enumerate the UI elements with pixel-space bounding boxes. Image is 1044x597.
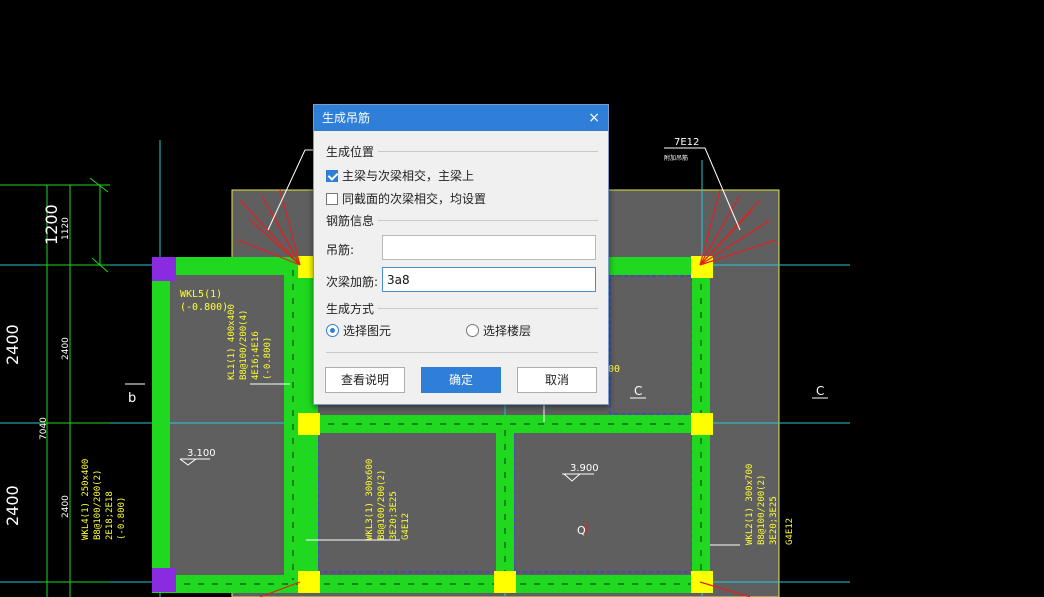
option-main-beam-label: 主梁与次梁相交，主梁上	[342, 169, 475, 183]
slab-bottom-right	[513, 431, 693, 573]
option-main-beam[interactable]: 主梁与次梁相交，主梁上	[326, 167, 474, 184]
radio-select-floor-label: 选择楼层	[483, 324, 532, 338]
svg-text:WKL4(1) 250x400: WKL4(1) 250x400	[81, 459, 91, 540]
section-rebar-label: 钢筋信息	[326, 214, 375, 228]
section-position: 生成位置	[326, 143, 598, 160]
secondary-beam-input[interactable]	[382, 267, 596, 292]
generate-hanger-dialog[interactable]: 生成吊筋 × 生成位置 主梁与次梁相交，主梁上 同截面的次梁相交，均设置 钢筋信…	[313, 104, 609, 405]
svg-text:3E20;3E25: 3E20;3E25	[769, 496, 779, 545]
svg-text:3.100: 3.100	[187, 448, 216, 459]
svg-text:B8@100/200(2): B8@100/200(2)	[377, 470, 387, 540]
cancel-button[interactable]: 取消	[517, 367, 597, 393]
divider	[378, 220, 598, 221]
svg-text:G4E12: G4E12	[785, 518, 795, 545]
slab-top-right	[609, 275, 693, 415]
dim-2400-top: 2400	[3, 324, 22, 365]
svg-text:WKL3(1) 300x600: WKL3(1) 300x600	[365, 459, 375, 540]
option-same-section[interactable]: 同截面的次梁相交，均设置	[326, 190, 486, 207]
svg-text:4E16;4E16: 4E16;4E16	[251, 331, 261, 380]
svg-text:2E18;2E18: 2E18;2E18	[105, 491, 115, 540]
section-position-label: 生成位置	[326, 145, 375, 159]
svg-text:(-0.800): (-0.800)	[117, 497, 127, 540]
button-divider	[326, 352, 598, 353]
option-same-section-label: 同截面的次梁相交，均设置	[342, 192, 487, 206]
radio-select-floor-dot[interactable]	[466, 324, 479, 337]
dim-small-2400-a: 2400	[61, 337, 71, 360]
rebar-tag-sub: 附加吊筋	[664, 154, 688, 162]
hanger-input[interactable]	[382, 235, 596, 260]
radio-select-floor[interactable]: 选择楼层	[466, 322, 531, 339]
svg-text:B8@100/200(4): B8@100/200(4)	[239, 310, 249, 380]
section-rebar: 钢筋信息	[326, 212, 598, 229]
dim-small-7040: 7040	[39, 417, 49, 440]
secondary-beam-label: 次梁加筋:	[326, 275, 379, 289]
dialog-title: 生成吊筋	[322, 111, 371, 125]
radio-select-element[interactable]: 选择图元	[326, 322, 391, 339]
radio-select-element-dot[interactable]	[326, 324, 339, 337]
rebar-tag: 7E12	[674, 137, 699, 148]
close-icon[interactable]: ×	[588, 105, 600, 131]
dim-2400-bottom: 2400	[3, 485, 22, 526]
slab-bottom-left	[317, 431, 499, 573]
hanger-label: 吊筋:	[326, 243, 355, 257]
svg-text:WKL2(1) 300x700: WKL2(1) 300x700	[745, 464, 755, 545]
dim-small-2400-b: 2400	[61, 495, 71, 518]
dim-1200: 1200	[42, 204, 61, 245]
axis-label-c-1: C	[634, 384, 642, 398]
svg-text:(-0.800): (-0.800)	[180, 302, 228, 313]
section-method: 生成方式	[326, 300, 598, 317]
beam-label-wkl4: WKL4(1) 250x400 B8@100/200(2) 2E18;2E18 …	[81, 459, 127, 540]
help-button[interactable]: 查看说明	[325, 367, 405, 393]
beam-label-partial: 00	[608, 364, 620, 375]
checkbox-main-beam[interactable]	[326, 169, 338, 182]
svg-text:(-0.800): (-0.800)	[263, 337, 273, 380]
axis-label-b: b	[128, 391, 136, 406]
ok-button[interactable]: 确定	[421, 367, 501, 393]
svg-text:KL1(1) 400x400: KL1(1) 400x400	[227, 304, 237, 380]
svg-text:3E20;3E25: 3E20;3E25	[389, 491, 399, 540]
divider	[378, 308, 598, 309]
axis-label-q: Q	[577, 524, 586, 537]
radio-select-element-label: 选择图元	[343, 324, 392, 338]
checkbox-same-section[interactable]	[326, 192, 338, 205]
slab-left	[165, 269, 287, 583]
divider	[378, 151, 598, 152]
dialog-titlebar[interactable]: 生成吊筋 ×	[314, 105, 608, 131]
dim-small-1120: 1120	[61, 217, 71, 240]
svg-text:WKL5(1): WKL5(1)	[180, 289, 222, 300]
section-method-label: 生成方式	[326, 302, 375, 316]
svg-text:B8@100/200(2): B8@100/200(2)	[757, 475, 767, 545]
svg-text:3.900: 3.900	[570, 463, 599, 474]
axis-label-c-2: C	[816, 384, 824, 398]
svg-text:B8@100/200(2): B8@100/200(2)	[93, 470, 103, 540]
svg-text:G4E12: G4E12	[401, 513, 411, 540]
